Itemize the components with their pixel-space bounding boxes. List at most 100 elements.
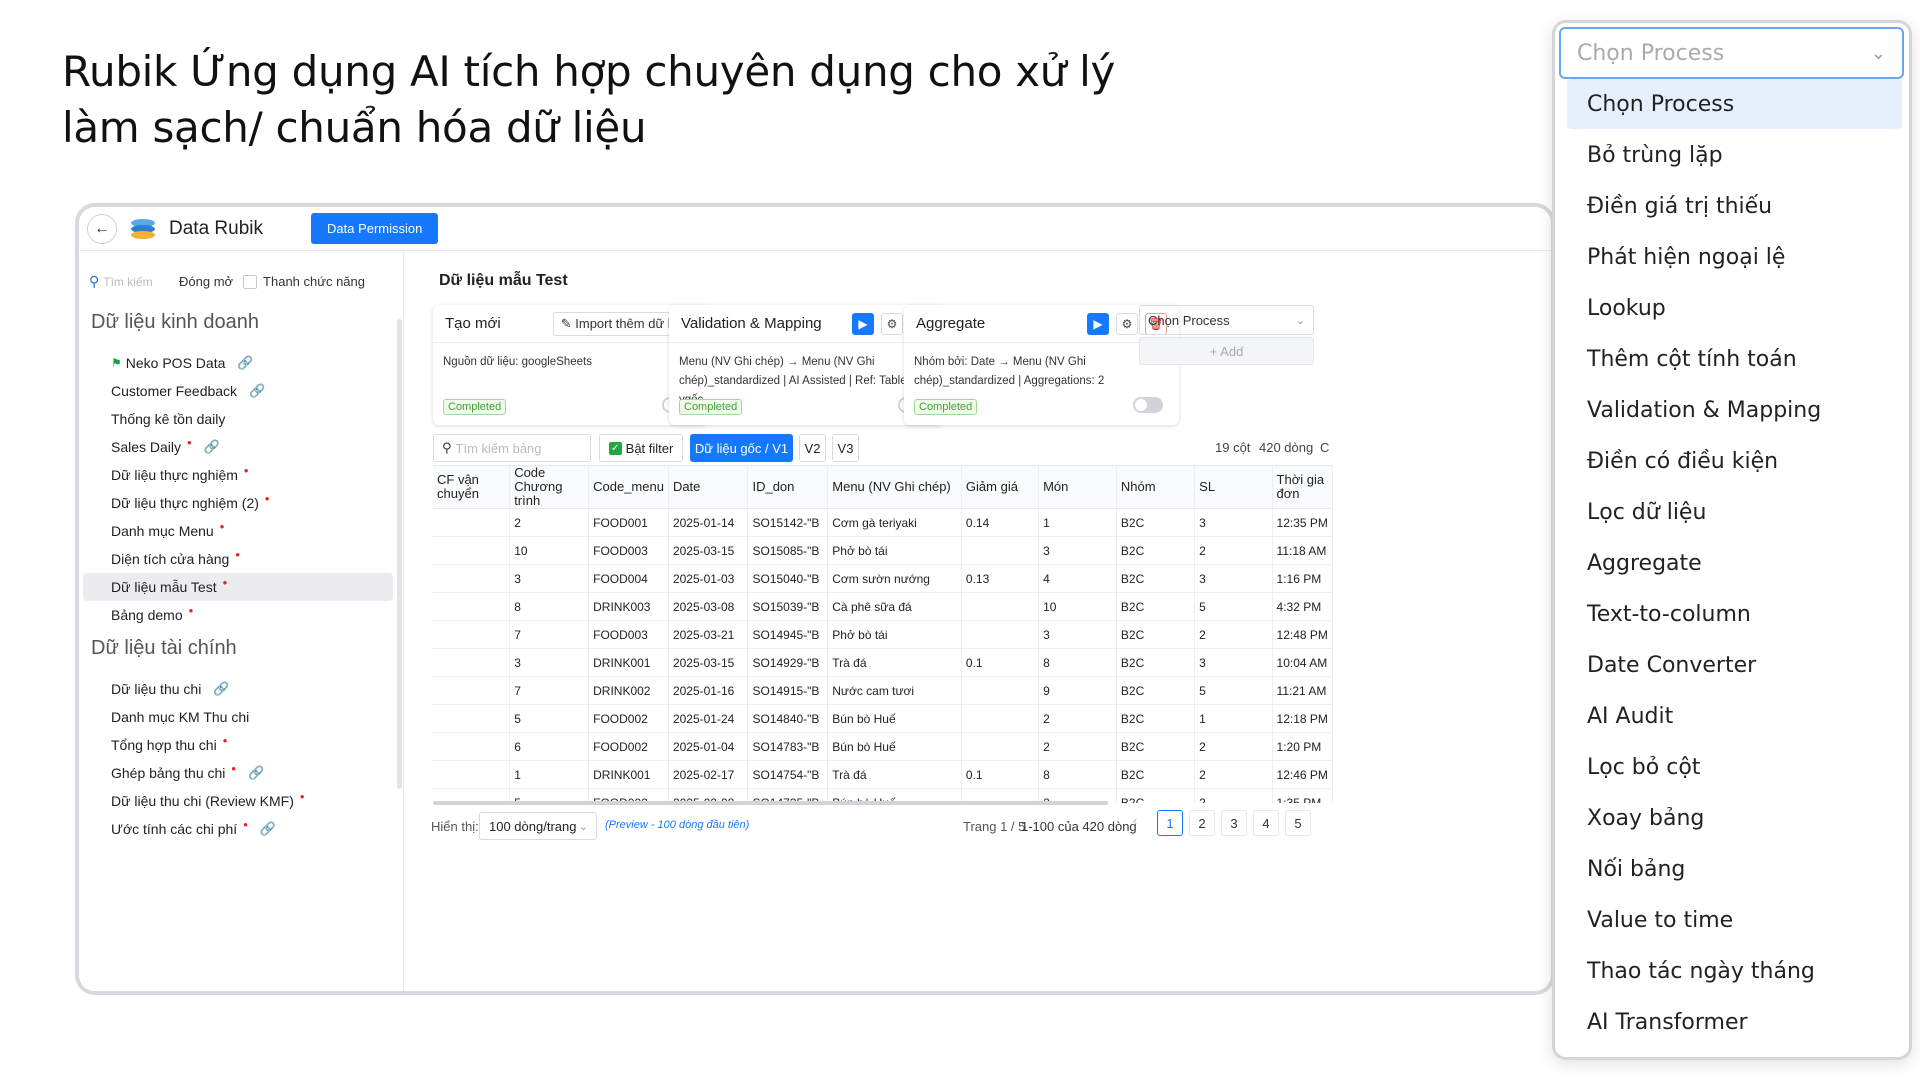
process-option[interactable]: Nối bảng (1567, 844, 1902, 894)
sidebar-item[interactable]: ⚑ Neko POS Data 🔗 (111, 349, 254, 377)
column-header[interactable]: Code Chương trình (509, 466, 590, 509)
table-row[interactable]: 10 FOOD003 2025-03-15 SO15085-"B Phở bò tái 3… (433, 536, 1333, 565)
sidebar-search[interactable]: ⚲ Tìm kiếm (89, 273, 179, 290)
link-icon[interactable]: 🔗 (204, 439, 220, 455)
column-header[interactable]: SL (1194, 466, 1273, 509)
column-header[interactable]: ID_don (747, 466, 829, 509)
page-button[interactable]: 1 (1157, 810, 1183, 836)
version-original-button[interactable]: Dữ liệu gốc / V1 (690, 434, 793, 462)
sidebar-item[interactable]: Danh mục KM Thu chi (111, 703, 249, 731)
sidebar-item[interactable]: Dữ liệu thu chi (Review KMF) • (111, 787, 304, 815)
column-header[interactable]: Date (668, 466, 749, 509)
sidebar-item[interactable]: Dữ liệu thực nghiệm (2) • (111, 489, 269, 517)
process-option[interactable]: Điền có điều kiện (1567, 436, 1902, 486)
filter-toggle-button[interactable]: ✓ Bật filter (599, 434, 683, 462)
column-header[interactable]: Menu (NV Ghi chép) (827, 466, 962, 509)
sidebar-item[interactable]: Bảng demo • (111, 601, 193, 629)
process-option[interactable]: Thao tác ngày tháng (1567, 946, 1902, 996)
data-permission-button[interactable]: Data Permission (311, 213, 439, 244)
table-cell: 2 (1194, 536, 1273, 565)
back-icon[interactable]: ← (87, 213, 117, 244)
horizontal-scrollbar[interactable] (433, 801, 1108, 805)
chevron-left-icon[interactable]: ‹ (1133, 813, 1137, 828)
step-toggle[interactable] (1133, 397, 1163, 413)
sidebar-item[interactable]: Tổng hợp thu chi • (111, 731, 227, 759)
table-cell: 2 (1194, 732, 1273, 761)
sidebar-item[interactable]: Ghép bảng thu chi • 🔗 (111, 759, 264, 787)
table-row[interactable]: 7 FOOD003 2025-03-21 SO14945-"B Phở bò tái 3 B… (433, 620, 1333, 649)
sidebar-item-label: Danh mục KM Thu chi (111, 709, 250, 725)
process-option[interactable]: Thêm cột tính toán (1567, 334, 1902, 384)
column-header[interactable]: CF vận chuyển (433, 466, 511, 509)
column-header[interactable]: Code_menu (588, 466, 669, 509)
link-icon[interactable]: 🔗 (248, 765, 264, 781)
column-header[interactable]: Thời gia đơn (1272, 466, 1333, 509)
process-option[interactable]: AI Audit (1567, 691, 1902, 741)
table-row[interactable]: 3 FOOD004 2025-01-03 SO15040-"B Cơm sườn nướ… (433, 564, 1333, 593)
sidebar-item[interactable]: Dữ liệu thực nghiệm • (111, 461, 248, 489)
page-size-select[interactable]: 100 dòng/trang ⌄ (479, 812, 597, 840)
table-cell: Trà đá (827, 648, 962, 677)
sidebar-function-checkbox[interactable] (243, 274, 258, 289)
table-row[interactable]: 7 DRINK002 2025-01-16 SO14915-"B Nước cam tư… (433, 676, 1333, 705)
sidebar-item[interactable]: Dữ liệu thu chi 🔗 (111, 675, 230, 703)
version-v2-button[interactable]: V2 (799, 434, 826, 462)
step-card-validation[interactable]: Validation & Mapping ▶ ⚙ 🗑 Menu (NV Ghi … (669, 305, 944, 425)
gear-icon[interactable]: ⚙ (1116, 312, 1138, 335)
table-row[interactable]: 3 DRINK001 2025-03-15 SO14929-"B Trà đá 0.1 8 B… (433, 648, 1333, 677)
column-header[interactable]: Nhóm (1116, 466, 1196, 509)
process-option[interactable]: Text-to-column (1567, 589, 1902, 639)
process-option[interactable]: Phát hiện ngoại lệ (1567, 232, 1902, 282)
link-icon[interactable]: 🔗 (260, 821, 276, 837)
run-icon[interactable]: ▶ (852, 312, 874, 335)
column-header[interactable]: Giảm giá (961, 466, 1040, 509)
process-option[interactable]: Xoay bảng (1567, 793, 1902, 843)
page-button[interactable]: 4 (1253, 810, 1279, 836)
link-icon[interactable]: 🔗 (237, 355, 253, 371)
link-icon[interactable]: 🔗 (249, 383, 265, 399)
page-button[interactable]: 3 (1221, 810, 1247, 836)
sidebar-item[interactable]: Sales Daily • 🔗 (111, 433, 220, 461)
sidebar-scrollbar[interactable] (397, 319, 402, 789)
process-option[interactable]: Điền giá trị thiếu (1567, 181, 1902, 231)
sidebar-item[interactable]: Diện tích cửa hàng • (111, 545, 240, 573)
page-button[interactable]: 5 (1285, 810, 1311, 836)
step-card-aggregate[interactable]: Aggregate ▶ ⚙ 🗑 Nhóm bởi: Date → Menu (N… (904, 305, 1179, 425)
process-option[interactable]: Lọc dữ liệu (1567, 487, 1902, 537)
table-cell: 1 (1194, 704, 1273, 733)
sidebar-item[interactable]: Thống kê tồn daily (111, 405, 225, 433)
run-icon[interactable]: ▶ (1087, 312, 1109, 335)
sidebar-item-label: Ước tính các chi phí (111, 821, 238, 837)
page-button[interactable]: 2 (1189, 810, 1215, 836)
process-option[interactable]: AI Transformer (1567, 997, 1902, 1047)
sidebar-item[interactable]: Ước tính các chi phí • 🔗 (111, 815, 276, 843)
process-option[interactable]: Chọn Process (1567, 79, 1902, 129)
process-option[interactable]: Bỏ trùng lặp (1567, 130, 1902, 180)
table-row[interactable]: 2 FOOD001 2025-01-14 SO15142-"B Cơm gà teriy… (433, 508, 1333, 537)
table-row[interactable]: 8 DRINK003 2025-03-08 SO15039-"B Cà phê sữa … (433, 592, 1333, 621)
process-dropdown-select[interactable]: Chọn Process ⌄ (1559, 27, 1904, 79)
process-option[interactable]: Aggregate (1567, 538, 1902, 588)
table-row[interactable]: 5 FOOD002 2025-01-24 SO14840-"B Bún bò Huế 2 B… (433, 704, 1333, 733)
process-option[interactable]: Lookup (1567, 283, 1902, 333)
table-cell: FOOD003 (588, 620, 669, 649)
table-search-input[interactable]: ⚲ Tìm kiếm bảng (433, 434, 591, 462)
gear-icon[interactable]: ⚙ (881, 312, 903, 335)
column-header[interactable]: Món (1038, 466, 1117, 509)
process-option[interactable]: Date Converter (1567, 640, 1902, 690)
version-v3-button[interactable]: V3 (832, 434, 859, 462)
process-select[interactable]: Chọn Process ⌄ (1139, 305, 1314, 335)
add-step-button[interactable]: + Add (1139, 337, 1314, 365)
sidebar-item[interactable]: Danh mục Menu • (111, 517, 224, 545)
table-row[interactable]: 6 FOOD002 2025-01-04 SO14783-"B Bún bò Huế 2 B… (433, 732, 1333, 761)
table-cell: 0.1 (961, 760, 1040, 789)
sidebar-toggle[interactable]: Đóng mở (179, 274, 233, 289)
process-option[interactable]: Lọc bỏ cột (1567, 742, 1902, 792)
step-card-create[interactable]: Tạo mới ✎ Import thêm dữ liệu Nguồn dữ l… (433, 305, 708, 425)
link-icon[interactable]: 🔗 (213, 681, 229, 697)
table-row[interactable]: 1 DRINK001 2025-02-17 SO14754-"B Trà đá 0.1 8 B… (433, 760, 1333, 789)
sidebar-item[interactable]: Dữ liệu mẫu Test • (83, 573, 393, 601)
process-option[interactable]: Validation & Mapping (1567, 385, 1902, 435)
process-option[interactable]: Value to time (1567, 895, 1902, 945)
sidebar-item[interactable]: Customer Feedback 🔗 (111, 377, 265, 405)
